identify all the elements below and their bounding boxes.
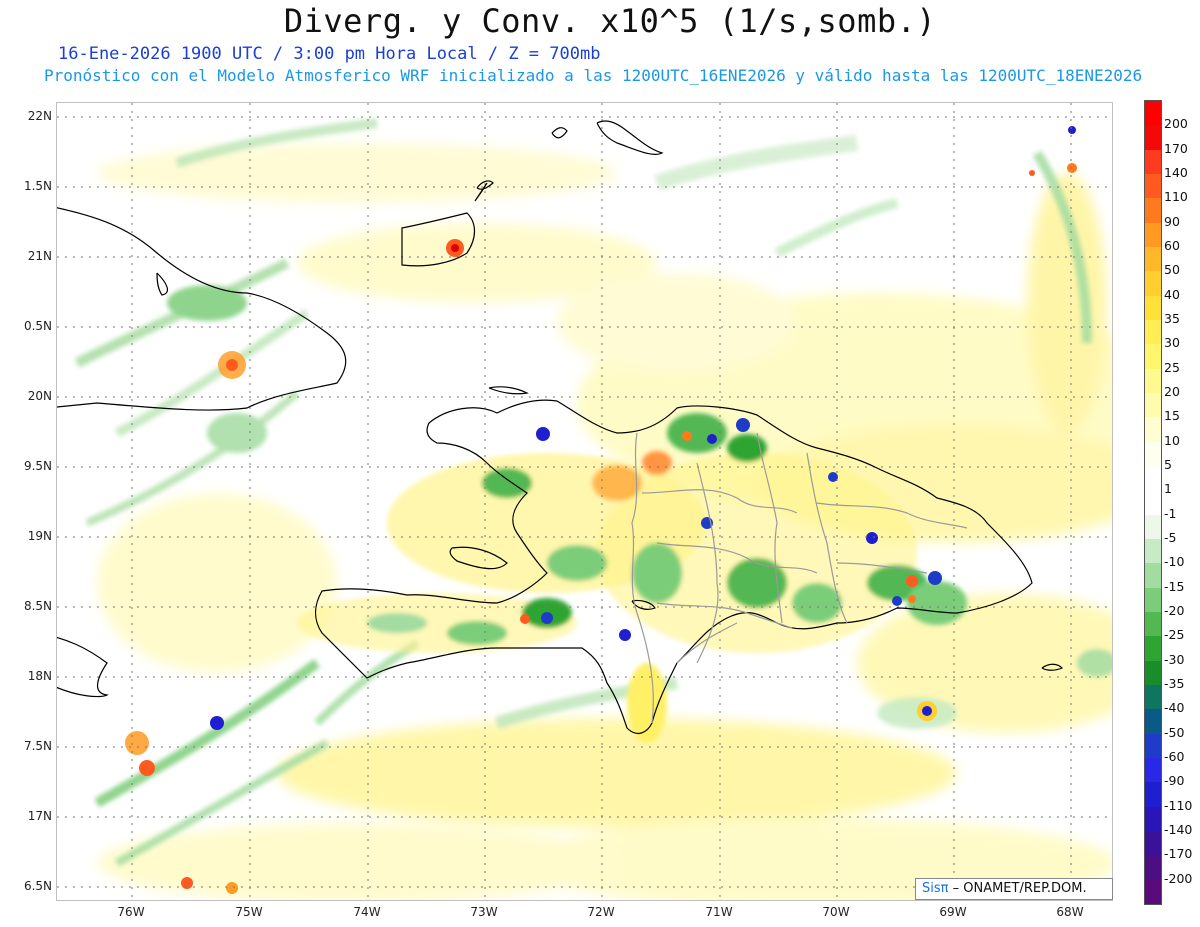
colorbar-segment bbox=[1145, 465, 1161, 491]
colorbar-tick-label: 15 bbox=[1164, 408, 1180, 424]
lon-label-72w: 72W bbox=[587, 905, 615, 919]
colorbar-tick-label: 110 bbox=[1164, 189, 1188, 205]
lon-label-76w: 76W bbox=[117, 905, 145, 919]
colorbar-tick-label: -35 bbox=[1164, 676, 1185, 691]
colorbar-tick-label: -25 bbox=[1164, 627, 1185, 643]
colorbar-segment bbox=[1145, 636, 1161, 661]
colorbar-segment bbox=[1145, 830, 1161, 856]
lat-label-20-5n: 0.5N bbox=[23, 319, 52, 333]
colorbar-tick-label: 35 bbox=[1164, 311, 1180, 326]
colorbar-segment bbox=[1145, 587, 1161, 612]
lon-label-73w: 73W bbox=[470, 905, 498, 919]
forecast-time: 16-Ene-2026 1900 UTC / 3:00 pm Hora Loca… bbox=[58, 44, 601, 64]
colorbar bbox=[1144, 100, 1162, 905]
lat-label-17n: 17N bbox=[27, 809, 52, 823]
colorbar-segment bbox=[1145, 514, 1161, 539]
colorbar-segment bbox=[1145, 733, 1161, 758]
lon-label-68w: 68W bbox=[1056, 905, 1084, 919]
model-info: Pronóstico con el Modelo Atmosferico WRF… bbox=[44, 66, 1143, 85]
colorbar-tick-label: 20 bbox=[1164, 384, 1180, 399]
colorbar-segment bbox=[1145, 441, 1161, 466]
map-area bbox=[56, 102, 1113, 901]
colorbar-segment bbox=[1145, 563, 1161, 588]
colorbar-segment bbox=[1145, 879, 1161, 904]
colorbar-segment bbox=[1145, 222, 1161, 247]
lon-label-69w: 69W bbox=[939, 905, 967, 919]
colorbar-tick-label: 200 bbox=[1164, 116, 1188, 132]
colorbar-segment bbox=[1145, 149, 1161, 174]
lon-label-74w: 74W bbox=[353, 905, 381, 919]
credit-text: – ONAMET/REP.DOM. bbox=[952, 881, 1087, 896]
colorbar-segment bbox=[1145, 806, 1161, 831]
colorbar-segment bbox=[1145, 101, 1161, 126]
colorbar-tick-label: 90 bbox=[1164, 213, 1180, 229]
colorbar-segment bbox=[1145, 246, 1161, 272]
colorbar-tick-label: 30 bbox=[1164, 335, 1180, 351]
lat-label-19n: 19N bbox=[27, 529, 52, 543]
colorbar-tick-label: 1 bbox=[1164, 481, 1172, 497]
colorbar-tick-label: 140 bbox=[1164, 165, 1188, 180]
lat-label-19-5n: 9.5N bbox=[23, 459, 52, 473]
map-title: Diverg. y Conv. x10^5 (1/s,somb.) bbox=[283, 2, 937, 40]
colorbar-tick-label: 25 bbox=[1164, 359, 1180, 375]
lat-label-21-5n: 1.5N bbox=[23, 179, 52, 193]
lat-label-18-5n: 8.5N bbox=[23, 599, 52, 613]
colorbar-tick-label: -1 bbox=[1164, 505, 1177, 521]
colorbar-tick-label: -50 bbox=[1164, 724, 1185, 740]
colorbar-segment bbox=[1145, 709, 1161, 734]
colorbar-tick-label: 50 bbox=[1164, 262, 1180, 278]
colorbar-tick-label: -30 bbox=[1164, 651, 1185, 667]
colorbar-segment bbox=[1145, 490, 1161, 515]
lat-label-16-5n: 6.5N bbox=[23, 879, 52, 893]
map-canvas bbox=[57, 103, 1112, 900]
colorbar-segment bbox=[1145, 344, 1161, 369]
colorbar-segment bbox=[1145, 782, 1161, 807]
colorbar-tick-label: 170 bbox=[1164, 140, 1188, 156]
colorbar-segment bbox=[1145, 757, 1161, 783]
colorbar-segment bbox=[1145, 198, 1161, 223]
colorbar-segment bbox=[1145, 684, 1161, 710]
sispi-logo: Sisπ bbox=[922, 881, 949, 896]
colorbar-segment bbox=[1145, 611, 1161, 637]
colorbar-tick-label: -60 bbox=[1164, 749, 1185, 764]
colorbar-tick-label: -110 bbox=[1164, 797, 1193, 813]
credit-box: Sisπ – ONAMET/REP.DOM. bbox=[915, 878, 1113, 900]
lat-label-21n: 21N bbox=[27, 249, 52, 263]
colorbar-tick-label: 40 bbox=[1164, 286, 1180, 302]
colorbar-segment bbox=[1145, 538, 1161, 564]
colorbar-tick-label: -20 bbox=[1164, 603, 1185, 618]
colorbar-segment bbox=[1145, 319, 1161, 345]
colorbar-segment bbox=[1145, 125, 1161, 150]
colorbar-segment bbox=[1145, 660, 1161, 685]
colorbar-segment bbox=[1145, 271, 1161, 296]
colorbar-tick-label: -5 bbox=[1164, 530, 1177, 545]
colorbar-segment bbox=[1145, 417, 1161, 442]
colorbar-tick-label: 10 bbox=[1164, 432, 1180, 448]
colorbar-segment bbox=[1145, 855, 1161, 880]
colorbar-tick-label: -170 bbox=[1164, 846, 1193, 862]
lat-label-22n: 22N bbox=[27, 109, 52, 123]
colorbar-segment bbox=[1145, 173, 1161, 199]
colorbar-tick-label: 60 bbox=[1164, 238, 1180, 253]
colorbar-tick-label: -10 bbox=[1164, 554, 1185, 570]
lon-label-75w: 75W bbox=[235, 905, 263, 919]
colorbar-tick-label: -140 bbox=[1164, 822, 1193, 837]
lat-label-18n: 18N bbox=[27, 669, 52, 683]
lon-label-70w: 70W bbox=[822, 905, 850, 919]
lon-label-71w: 71W bbox=[705, 905, 733, 919]
colorbar-tick-label: -90 bbox=[1164, 773, 1185, 789]
colorbar-tick-label: -200 bbox=[1164, 870, 1193, 886]
lat-label-17-5n: 7.5N bbox=[23, 739, 52, 753]
colorbar-tick-label: -15 bbox=[1164, 578, 1185, 594]
colorbar-tick-label: -40 bbox=[1164, 700, 1185, 716]
colorbar-segment bbox=[1145, 368, 1161, 393]
colorbar-segment bbox=[1145, 392, 1161, 418]
lat-label-20n: 20N bbox=[27, 389, 52, 403]
colorbar-tick-label: 5 bbox=[1164, 457, 1172, 472]
colorbar-segment bbox=[1145, 295, 1161, 320]
